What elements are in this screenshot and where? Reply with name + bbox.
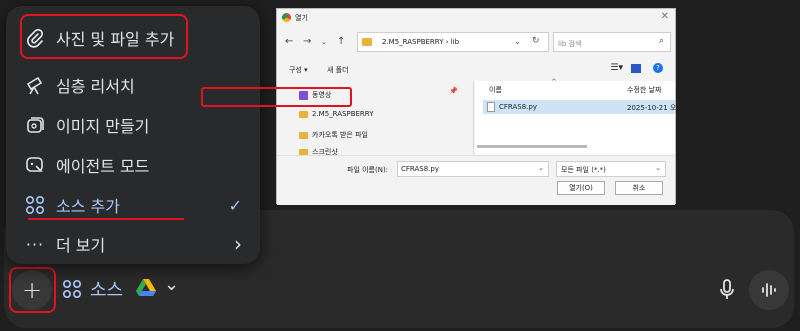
address-bar[interactable]: 2.M5_RASPBERRY › lib ⌄ ↻: [357, 32, 549, 52]
recent-dropdown-icon[interactable]: ⌄: [321, 38, 327, 46]
menu-item-agent-mode[interactable]: 에이전트 모드: [6, 146, 260, 184]
checkmark-icon: ✓: [228, 195, 242, 215]
drive-chip[interactable]: ⌄: [136, 274, 180, 297]
dialog-toolbar: 구성 ▾ 새 폴더 ☰▾ ?: [277, 61, 675, 79]
chevron-down-icon[interactable]: ⌄: [514, 37, 521, 46]
search-input[interactable]: lib 검색 ⌕: [553, 32, 671, 52]
microphone-icon: [720, 279, 734, 299]
sources-icon: [24, 194, 46, 216]
file-date: 2025-10-21 오: [627, 104, 677, 112]
back-icon[interactable]: ←: [285, 36, 293, 47]
column-header-date[interactable]: 수정한 날짜: [627, 85, 661, 95]
tree-item-kakaotalk[interactable]: 카카오톡 받은 파일: [299, 130, 368, 140]
horizontal-scrollbar[interactable]: [477, 145, 587, 148]
waveform-icon: [762, 283, 776, 297]
chevron-down-icon: ⌄: [655, 164, 661, 172]
annotation-highlight-photo: [20, 14, 188, 59]
microphone-button[interactable]: [707, 270, 747, 310]
up-icon[interactable]: ↑: [337, 36, 345, 47]
view-options-icon[interactable]: ☰▾: [610, 63, 623, 73]
chrome-icon: [282, 13, 291, 22]
filename-input[interactable]: CFRAS8.py ⌄: [397, 161, 549, 177]
source-chip[interactable]: 소스: [62, 276, 123, 302]
annotation-highlight-plus: [9, 267, 56, 313]
filetype-value: 모든 파일 (*.*): [561, 166, 606, 174]
forward-icon[interactable]: →: [303, 36, 311, 47]
refresh-icon[interactable]: ↻: [532, 36, 540, 46]
preview-pane-icon[interactable]: [631, 64, 641, 73]
chevron-down-icon: ⌄: [164, 274, 180, 295]
address-path: 2.M5_RASPBERRY › lib: [382, 38, 460, 46]
menu-item-label: 이미지 만들기: [56, 117, 150, 136]
sort-caret-icon: ^: [551, 78, 557, 86]
dialog-navbar: ← → ⌄ ↑ 2.M5_RASPBERRY › lib ⌄ ↻ lib 검색 …: [277, 29, 675, 55]
menu-item-more[interactable]: ··· 더 보기 ›: [6, 225, 260, 263]
close-icon[interactable]: ✕: [661, 11, 669, 22]
folder-icon: [299, 110, 308, 118]
file-list: 이름 ^ 수정한 날짜 CFRAS8.py 2025-10-21 오: [475, 78, 677, 155]
search-icon: ⌕: [658, 36, 664, 46]
menu-item-create-image[interactable]: 이미지 만들기: [6, 106, 260, 144]
organize-button[interactable]: 구성 ▾: [289, 65, 308, 75]
column-header-name[interactable]: 이름: [489, 85, 502, 95]
filetype-select[interactable]: 모든 파일 (*.*) ⌄: [556, 161, 666, 177]
filename-label: 파일 이름(N):: [347, 166, 389, 174]
image-icon: [24, 114, 46, 136]
more-icon: ···: [25, 234, 45, 254]
file-row[interactable]: CFRAS8.py 2025-10-21 오: [483, 100, 677, 114]
menu-item-label: 소스 추가: [56, 197, 120, 216]
annotation-highlight-file: [201, 87, 352, 107]
tree-item-raspberry[interactable]: 2.M5_RASPBERRY: [299, 110, 374, 118]
tree-item-label: 2.M5_RASPBERRY: [312, 110, 374, 118]
telescope-icon: [24, 74, 46, 96]
new-folder-button[interactable]: 새 폴더: [327, 65, 349, 75]
voice-mode-button[interactable]: [749, 270, 789, 310]
menu-item-label: 더 보기: [56, 236, 106, 255]
help-icon[interactable]: ?: [653, 63, 663, 73]
menu-item-label: 심층 리서치: [56, 77, 135, 96]
pin-icon: 📌: [449, 87, 458, 95]
pane-divider[interactable]: [473, 81, 474, 155]
folder-icon: [362, 38, 372, 46]
source-chip-label: 소스: [90, 280, 124, 301]
sources-icon: [62, 279, 82, 299]
menu-item-label: 에이전트 모드: [56, 157, 150, 176]
dialog-footer: 파일 이름(N): CFRAS8.py ⌄ 모든 파일 (*.*) ⌄ 열기(O…: [277, 155, 675, 205]
chevron-down-icon[interactable]: ⌄: [538, 164, 544, 172]
dialog-titlebar: 열기 ✕: [277, 9, 675, 27]
folder-icon: [299, 131, 308, 139]
annotation-underline-source: [28, 218, 184, 220]
attach-menu: 사진 및 파일 추가 심층 리서치 이미지 만들기 에이전트 모드 소스 추가 …: [6, 6, 260, 264]
cancel-button[interactable]: 취소: [615, 181, 663, 195]
file-name: CFRAS8.py: [499, 103, 537, 111]
filename-value: CFRAS8.py: [401, 165, 439, 173]
tree-item-label: 카카오톡 받은 파일: [312, 131, 368, 139]
chevron-right-icon: ›: [234, 232, 242, 256]
agent-icon: [24, 154, 46, 176]
file-icon: [487, 102, 495, 112]
dialog-title: 열기: [295, 14, 308, 22]
google-drive-icon: [136, 279, 156, 296]
search-placeholder: lib 검색: [558, 40, 582, 48]
open-button[interactable]: 열기(O): [557, 181, 605, 195]
